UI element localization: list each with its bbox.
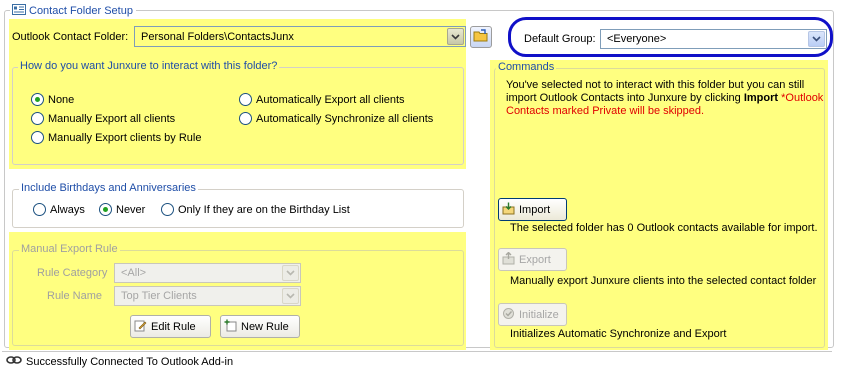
edit-rule-button[interactable]: Edit Rule bbox=[130, 315, 211, 338]
initialize-label: Initialize bbox=[519, 308, 559, 321]
radio-label: None bbox=[48, 93, 75, 106]
connection-link-icon bbox=[6, 355, 22, 368]
rule-name-select[interactable]: Top Tier Clients bbox=[114, 286, 301, 306]
radio-indicator bbox=[31, 93, 44, 106]
frame-title: Contact Folder Setup bbox=[10, 4, 136, 18]
rule-name-value: Top Tier Clients bbox=[121, 290, 197, 302]
rule-category-select[interactable]: <All> bbox=[114, 263, 301, 283]
edit-icon bbox=[134, 319, 147, 335]
export-button[interactable]: Export bbox=[498, 248, 567, 271]
browse-folder-button[interactable] bbox=[470, 26, 492, 48]
initialize-icon bbox=[502, 307, 515, 323]
radio-label: Automatically Export all clients bbox=[256, 93, 405, 106]
chevron-down-icon[interactable] bbox=[282, 265, 299, 281]
folder-select[interactable]: Personal Folders\ContactsJunx bbox=[134, 26, 466, 47]
radio-manually-export-by-rule[interactable]: Manually Export clients by Rule bbox=[31, 131, 201, 144]
radio-automatically-synchronize-all[interactable]: Automatically Synchronize all clients bbox=[239, 112, 433, 125]
radio-label: Manually Export clients by Rule bbox=[48, 131, 202, 144]
import-icon bbox=[502, 202, 515, 218]
export-icon bbox=[502, 251, 515, 268]
rule-name-label: Rule Name bbox=[47, 290, 103, 302]
rule-category-label: Rule Category bbox=[37, 267, 108, 279]
radio-indicator bbox=[239, 112, 252, 125]
status-text: Successfully Connected To Outlook Add-in bbox=[26, 355, 234, 368]
new-rule-label: New Rule bbox=[241, 320, 289, 333]
export-label: Export bbox=[519, 253, 551, 266]
radio-label: Only If they are on the Birthday List bbox=[178, 203, 350, 216]
birthdays-group-title: Include Birthdays and Anniversaries bbox=[19, 182, 198, 194]
radio-label: Never bbox=[116, 203, 146, 216]
initialize-button[interactable]: Initialize bbox=[498, 303, 567, 326]
new-icon bbox=[224, 319, 237, 335]
default-group-select[interactable]: <Everyone> bbox=[600, 29, 827, 49]
radio-birthdays-always[interactable]: Always bbox=[33, 203, 85, 216]
new-rule-button[interactable]: New Rule bbox=[220, 315, 300, 338]
rule-category-value: <All> bbox=[121, 267, 147, 279]
folder-browse-icon bbox=[473, 28, 489, 46]
radio-indicator bbox=[99, 203, 112, 216]
initialize-description: Initializes Automatic Synchronize and Ex… bbox=[510, 328, 727, 340]
radio-indicator bbox=[31, 112, 44, 125]
commands-message-bold: Import bbox=[743, 92, 779, 104]
manual-export-rule-title: Manual Export Rule bbox=[19, 243, 120, 255]
default-group-label: Default Group: bbox=[524, 33, 596, 45]
import-button[interactable]: Import bbox=[498, 198, 567, 221]
chevron-down-icon[interactable] bbox=[282, 288, 299, 304]
contact-card-icon bbox=[12, 4, 26, 18]
radio-indicator bbox=[31, 131, 44, 144]
radio-label: Always bbox=[50, 203, 85, 216]
radio-automatically-export-all[interactable]: Automatically Export all clients bbox=[239, 93, 405, 106]
folder-label: Outlook Contact Folder: bbox=[12, 31, 129, 43]
import-description: The selected folder has 0 Outlook contac… bbox=[510, 222, 818, 234]
import-label: Import bbox=[519, 203, 551, 216]
commands-message: You've selected not to interact with thi… bbox=[506, 79, 824, 118]
radio-label: Manually Export all clients bbox=[48, 112, 176, 125]
radio-label: Automatically Synchronize all clients bbox=[256, 112, 434, 125]
edit-rule-label: Edit Rule bbox=[151, 320, 196, 333]
chevron-down-icon[interactable] bbox=[447, 28, 464, 45]
radio-none[interactable]: None bbox=[31, 93, 74, 106]
export-description: Manually export Junxure clients into the… bbox=[510, 275, 817, 287]
default-group-value: <Everyone> bbox=[607, 33, 667, 45]
interaction-group-title: How do you want Junxure to interact with… bbox=[18, 60, 280, 72]
radio-indicator bbox=[33, 203, 46, 216]
radio-birthdays-only-if-on-list[interactable]: Only If they are on the Birthday List bbox=[161, 203, 350, 216]
frame-title-text: Contact Folder Setup bbox=[29, 5, 133, 17]
radio-indicator bbox=[161, 203, 174, 216]
radio-birthdays-never[interactable]: Never bbox=[99, 203, 145, 216]
folder-value: Personal Folders\ContactsJunx bbox=[141, 30, 294, 43]
chevron-down-icon[interactable] bbox=[808, 31, 825, 47]
radio-manually-export-all[interactable]: Manually Export all clients bbox=[31, 112, 175, 125]
commands-title: Commands bbox=[496, 61, 557, 73]
status-bar: Successfully Connected To Outlook Add-in bbox=[2, 351, 832, 371]
radio-indicator bbox=[239, 93, 252, 106]
